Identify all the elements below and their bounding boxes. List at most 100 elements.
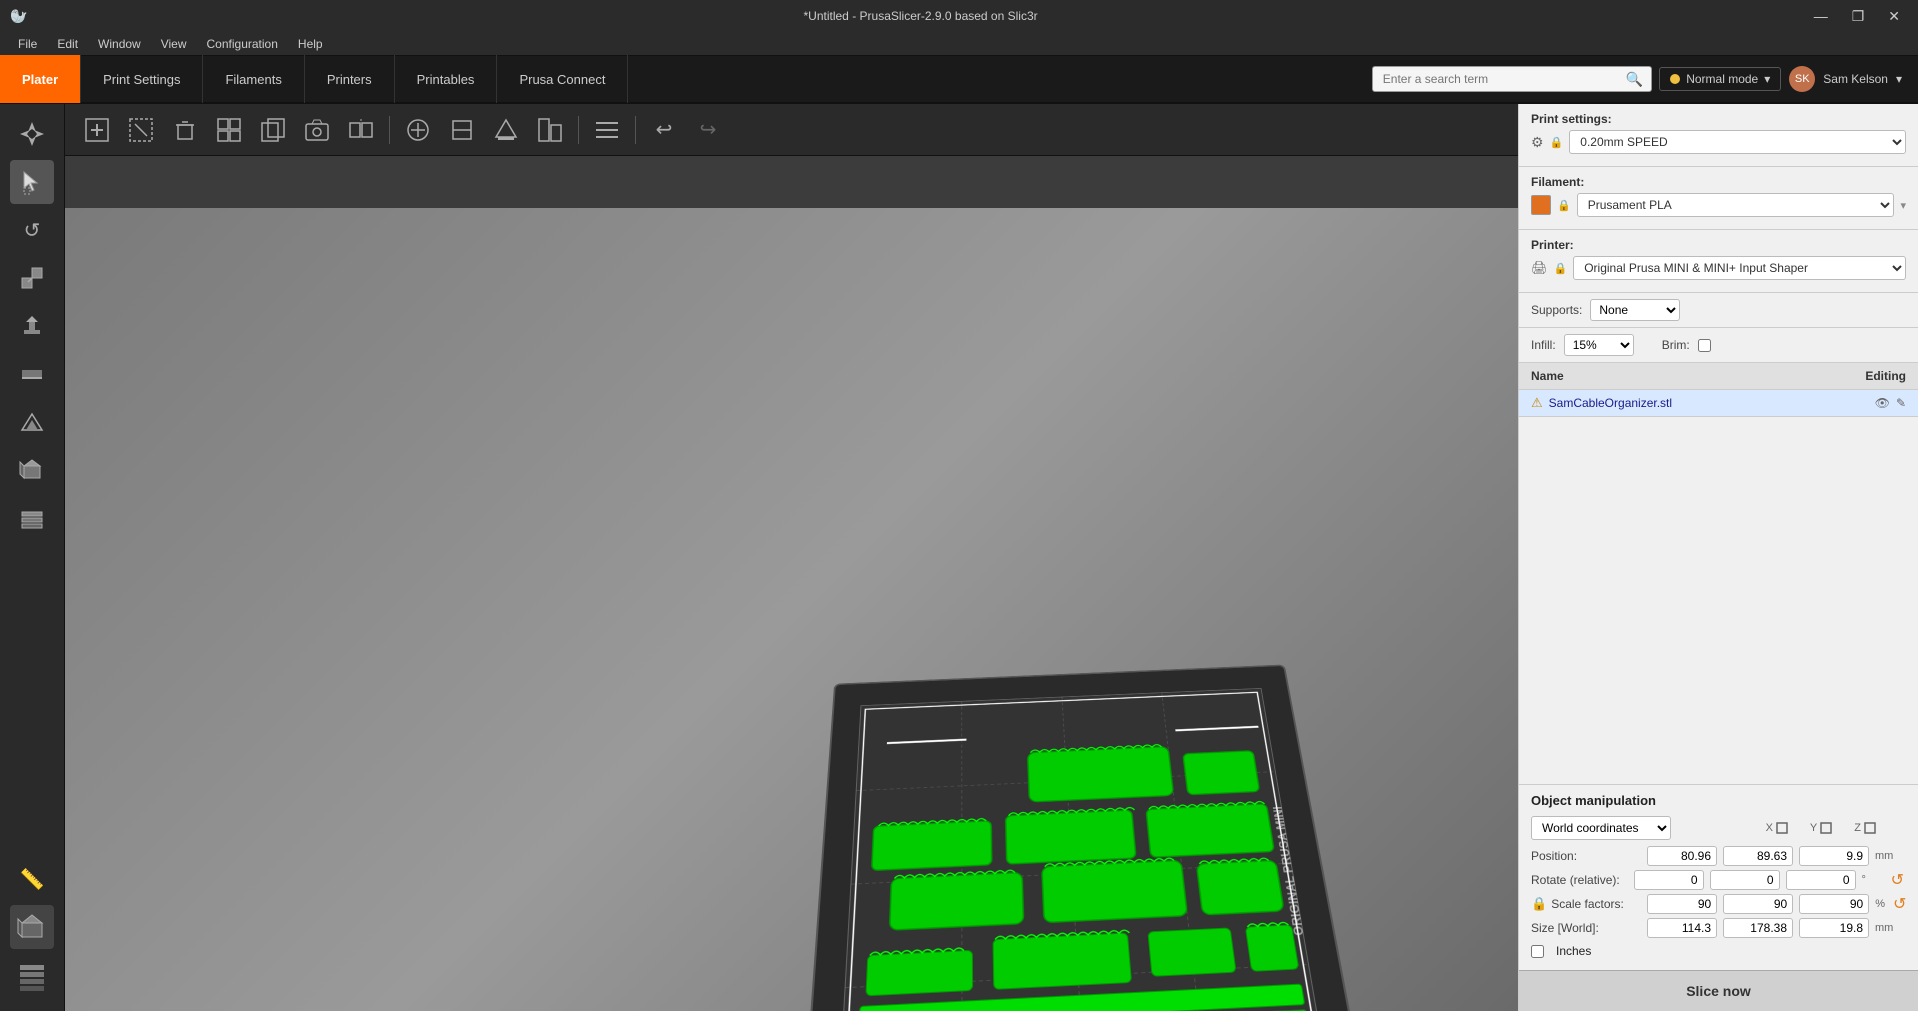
search-input[interactable] — [1372, 66, 1652, 92]
print-bed-svg: ORIGINAL PRUSA MINI — [766, 649, 1403, 1011]
rotate-x-input[interactable] — [1634, 870, 1704, 890]
add-shape-btn[interactable] — [398, 110, 438, 150]
print-settings-row: ⚙ 🔒 0.20mm SPEED — [1531, 130, 1906, 154]
select-arrange-btn[interactable] — [121, 110, 161, 150]
print-settings-label: Print settings: — [1531, 112, 1906, 126]
rotate-z-input[interactable] — [1786, 870, 1856, 890]
tool-place[interactable] — [10, 304, 54, 348]
tool-select[interactable] — [10, 160, 54, 204]
add-object-btn[interactable] — [77, 110, 117, 150]
printer-select[interactable]: Original Prusa MINI & MINI+ Input Shaper — [1573, 256, 1906, 280]
rotate-y-input[interactable] — [1710, 870, 1780, 890]
right-panel: Print settings: ⚙ 🔒 0.20mm SPEED Filamen… — [1518, 104, 1918, 1011]
filament-lock-icon: 🔒 — [1557, 199, 1571, 212]
scale-x-input[interactable] — [1647, 894, 1717, 914]
user-area: Normal mode ▾ SK Sam Kelson ▾ — [1643, 66, 1918, 92]
slice-now-button[interactable]: Slice now — [1519, 970, 1918, 1011]
navbar: Plater Print Settings Filaments Printers… — [0, 56, 1918, 104]
tab-print-settings[interactable]: Print Settings — [81, 55, 203, 103]
view-3d[interactable] — [10, 905, 54, 949]
menu-edit[interactable]: Edit — [47, 35, 88, 53]
menu-view[interactable]: View — [151, 35, 197, 53]
window-controls: — ❐ ✕ — [1806, 6, 1908, 27]
printer-row: 🖨 🔒 Original Prusa MINI & MINI+ Input Sh… — [1531, 256, 1906, 280]
filament-select[interactable]: Prusament PLA — [1577, 193, 1895, 217]
inches-label: Inches — [1556, 944, 1591, 958]
tab-printers[interactable]: Printers — [305, 55, 395, 103]
minimize-button[interactable]: — — [1806, 6, 1836, 27]
settings-gear-icon: ⚙ — [1531, 134, 1544, 151]
menu-file[interactable]: File — [8, 35, 47, 53]
tool-cut[interactable] — [10, 352, 54, 396]
toolbar-divider-3 — [635, 116, 636, 144]
rotate-unit: ° — [1862, 874, 1883, 886]
close-button[interactable]: ✕ — [1880, 6, 1908, 27]
menu-help[interactable]: Help — [288, 35, 333, 53]
object-manipulation: Object manipulation World coordinates Lo… — [1519, 784, 1918, 970]
undo-btn[interactable]: ↩ — [644, 110, 684, 150]
toolbar-divider-2 — [578, 116, 579, 144]
tool-layers[interactable] — [10, 496, 54, 540]
grid-arrange-btn[interactable] — [209, 110, 249, 150]
orient-btn[interactable] — [486, 110, 526, 150]
redo-btn[interactable]: ↪ — [688, 110, 728, 150]
table-row[interactable]: ⚠ SamCableOrganizer.stl 👁 ✎ — [1519, 390, 1918, 417]
position-row: Position: mm — [1531, 846, 1906, 866]
scale-reset-btn[interactable]: ↺ — [1891, 894, 1908, 914]
size-z-input[interactable] — [1799, 918, 1869, 938]
user-chevron: ▾ — [1896, 72, 1902, 86]
scale-y-input[interactable] — [1723, 894, 1793, 914]
tool-scale[interactable] — [10, 256, 54, 300]
cut-tool-btn[interactable] — [442, 110, 482, 150]
warning-icon: ⚠ — [1531, 395, 1543, 411]
position-z-input[interactable] — [1799, 846, 1869, 866]
menu-window[interactable]: Window — [88, 35, 151, 53]
size-x-input[interactable] — [1647, 918, 1717, 938]
obj-name-header: Name — [1531, 369, 1564, 383]
menu-configuration[interactable]: Configuration — [197, 35, 288, 53]
print-settings-select[interactable]: 0.20mm SPEED — [1569, 130, 1906, 154]
infill-select[interactable]: 15% — [1564, 334, 1634, 356]
rotate-reset-btn[interactable]: ↺ — [1889, 870, 1906, 890]
screenshot-btn[interactable] — [297, 110, 337, 150]
copy-btn[interactable] — [253, 110, 293, 150]
tool-emboss[interactable] — [10, 400, 54, 444]
list-view-btn[interactable] — [587, 110, 627, 150]
position-x-input[interactable] — [1647, 846, 1717, 866]
arrange-btn[interactable] — [530, 110, 570, 150]
supports-select[interactable]: None — [1590, 299, 1680, 321]
mode-dot — [1670, 74, 1680, 84]
user-avatar: SK — [1789, 66, 1815, 92]
tool-measure[interactable]: 📏 — [10, 857, 54, 901]
scale-row: 🔒 Scale factors: % ↺ — [1531, 894, 1906, 914]
infill-label: Infill: — [1531, 338, 1556, 352]
scale-unit: % — [1875, 898, 1885, 910]
size-y-input[interactable] — [1723, 918, 1793, 938]
tab-printables[interactable]: Printables — [395, 55, 498, 103]
viewport[interactable]: ORIGINAL PRUSA MINI — [65, 208, 1518, 1011]
mode-selector[interactable]: Normal mode ▾ — [1659, 67, 1781, 91]
tab-prusa-connect[interactable]: Prusa Connect — [497, 55, 628, 103]
left-sidebar: ↺ 📏 — [0, 104, 65, 1011]
obj-list-header: Name Editing — [1519, 363, 1918, 390]
delete-btn[interactable] — [165, 110, 205, 150]
filament-chevron: ▾ — [1900, 199, 1906, 212]
visibility-icon[interactable]: 👁 — [1875, 396, 1890, 410]
coord-system-select[interactable]: World coordinates Local coordinates — [1531, 816, 1671, 840]
tab-plater[interactable]: Plater — [0, 55, 81, 103]
mode-label: Normal mode — [1686, 72, 1758, 86]
tool-navigate[interactable] — [10, 112, 54, 156]
tool-rotate-object[interactable]: ↺ — [10, 208, 54, 252]
view-layers[interactable] — [10, 953, 54, 997]
scale-z-input[interactable] — [1799, 894, 1869, 914]
edit-icon[interactable]: ✎ — [1896, 396, 1906, 410]
inches-checkbox[interactable] — [1531, 945, 1544, 958]
maximize-button[interactable]: ❐ — [1844, 6, 1873, 27]
y-header: Y — [1810, 822, 1832, 834]
tab-filaments[interactable]: Filaments — [203, 55, 304, 103]
tool-3d-view[interactable] — [10, 448, 54, 492]
brim-checkbox[interactable] — [1698, 339, 1711, 352]
split-btn[interactable] — [341, 110, 381, 150]
position-y-input[interactable] — [1723, 846, 1793, 866]
printer-section: Printer: 🖨 🔒 Original Prusa MINI & MINI+… — [1519, 230, 1918, 293]
